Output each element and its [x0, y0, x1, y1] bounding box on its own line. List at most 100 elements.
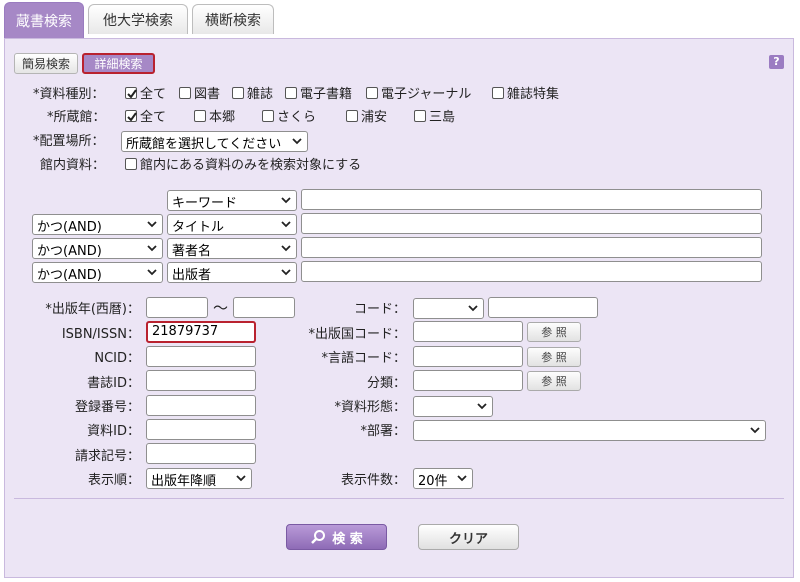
check-icon: [127, 89, 137, 99]
chevron-down-icon: [457, 475, 467, 482]
keyword-input-1[interactable]: [301, 189, 762, 210]
checkbox-hongo[interactable]: [194, 110, 206, 122]
material-form-select[interactable]: [413, 396, 493, 417]
regno-label: 登録番号：: [74, 400, 140, 415]
option-label: 浦安: [361, 110, 388, 125]
checkbox-books[interactable]: [179, 87, 191, 99]
search-button[interactable]: 検 索: [286, 524, 387, 550]
ncid-label: NCID：: [94, 351, 140, 366]
option-label: 雑誌特集: [507, 87, 560, 102]
code-select[interactable]: [413, 298, 484, 319]
classification-label: 分類：: [366, 376, 406, 391]
matid-label: 資料ID：: [87, 424, 140, 439]
chevron-down-icon: [477, 403, 487, 410]
checkbox-magazine[interactable]: [232, 87, 244, 99]
display-count-select[interactable]: 20件: [413, 468, 473, 489]
simple-search-button[interactable]: 簡易検索: [14, 53, 78, 74]
field-select-4[interactable]: 出版者: [167, 262, 297, 283]
chevron-down-icon: [750, 427, 760, 434]
option-label: 電子書籍: [300, 87, 353, 102]
ncid-input[interactable]: [146, 346, 256, 367]
checkbox-in-library-only[interactable]: [125, 158, 137, 170]
checkbox-all-library[interactable]: [125, 110, 137, 122]
option-label: さくら: [277, 110, 317, 125]
option-label: 図書: [194, 87, 221, 102]
order-label: 表示順：: [87, 473, 140, 488]
help-icon[interactable]: ?: [769, 55, 784, 69]
range-tilde: ～: [213, 299, 229, 317]
field-select-2[interactable]: タイトル: [167, 214, 297, 235]
location-select[interactable]: 所蔵館を選択してください: [121, 131, 308, 152]
library-label: *所蔵館：: [47, 110, 106, 125]
chevron-down-icon: [147, 221, 157, 228]
chevron-down-icon: [281, 245, 291, 252]
classification-ref-button[interactable]: 参 照: [527, 371, 581, 391]
country-ref-button[interactable]: 参 照: [527, 322, 581, 342]
keyword-input-3[interactable]: [301, 237, 762, 258]
checkbox-urayasu[interactable]: [346, 110, 358, 122]
chevron-down-icon: [281, 197, 291, 204]
pubyear-label: *出版年(西暦)：: [45, 302, 140, 317]
material-type-label: *資料種別：: [33, 87, 105, 102]
option-label: 本郷: [209, 110, 236, 125]
material-form-label: *資料形態：: [334, 400, 406, 415]
in-library-label: 館内資料：: [40, 158, 106, 173]
chevron-down-icon: [468, 305, 478, 312]
bibid-input[interactable]: [146, 370, 256, 391]
isbn-input[interactable]: 21879737: [146, 321, 256, 343]
country-code-input[interactable]: [413, 321, 523, 342]
advanced-search-button[interactable]: 詳細検索: [82, 53, 155, 74]
code-label: コード：: [353, 302, 406, 317]
callno-label: 請求記号：: [74, 449, 140, 464]
option-label: 全て: [140, 110, 167, 125]
language-code-label: *言語コード：: [321, 351, 406, 366]
checkbox-sakura[interactable]: [262, 110, 274, 122]
option-label: 全て: [140, 87, 167, 102]
check-icon: [127, 112, 137, 122]
search-button-label: 検 索: [332, 531, 363, 547]
checkbox-ebook[interactable]: [285, 87, 297, 99]
clear-button[interactable]: クリア: [418, 524, 519, 550]
bibid-label: 書誌ID：: [87, 376, 140, 391]
chevron-down-icon: [281, 269, 291, 276]
tab-other-university[interactable]: 他大学検索: [88, 4, 188, 34]
location-label: *配置場所：: [33, 134, 105, 149]
department-label: *部署：: [360, 424, 406, 439]
operator-select-4[interactable]: かつ(AND): [32, 262, 163, 283]
checkbox-magazine-special[interactable]: [492, 87, 504, 99]
language-ref-button[interactable]: 参 照: [527, 347, 581, 367]
divider: [14, 498, 784, 499]
in-library-option: 館内にある資料のみを検索対象にする: [140, 158, 362, 173]
option-label: 雑誌: [247, 87, 274, 102]
chevron-down-icon: [236, 475, 246, 482]
option-label: 電子ジャーナル: [381, 87, 472, 102]
keyword-input-4[interactable]: [301, 261, 762, 282]
chevron-down-icon: [147, 269, 157, 276]
department-select[interactable]: [413, 420, 766, 441]
chevron-down-icon: [292, 138, 302, 145]
tab-cross-search[interactable]: 横断検索: [192, 4, 274, 34]
field-select-3[interactable]: 著者名: [167, 238, 297, 259]
operator-select-2[interactable]: かつ(AND): [32, 214, 163, 235]
isbn-label: ISBN/ISSN：: [61, 327, 140, 342]
regno-input[interactable]: [146, 395, 256, 416]
option-label: 三島: [429, 110, 456, 125]
chevron-down-icon: [147, 245, 157, 252]
country-code-label: *出版国コード：: [308, 327, 406, 342]
matid-input[interactable]: [146, 419, 256, 440]
keyword-input-2[interactable]: [301, 213, 762, 234]
tab-library-search[interactable]: 蔵書検索: [4, 2, 84, 39]
order-select[interactable]: 出版年降順: [146, 468, 252, 489]
field-select-1[interactable]: キーワード: [167, 190, 297, 211]
code-input[interactable]: [488, 297, 598, 318]
classification-input[interactable]: [413, 370, 523, 391]
chevron-down-icon: [281, 221, 291, 228]
operator-select-3[interactable]: かつ(AND): [32, 238, 163, 259]
checkbox-all-material[interactable]: [125, 87, 137, 99]
callno-input[interactable]: [146, 443, 256, 464]
search-icon: [311, 530, 326, 544]
checkbox-mishima[interactable]: [414, 110, 426, 122]
language-code-input[interactable]: [413, 346, 523, 367]
pubyear-from-input[interactable]: [146, 297, 208, 318]
checkbox-ejournal[interactable]: [366, 87, 378, 99]
